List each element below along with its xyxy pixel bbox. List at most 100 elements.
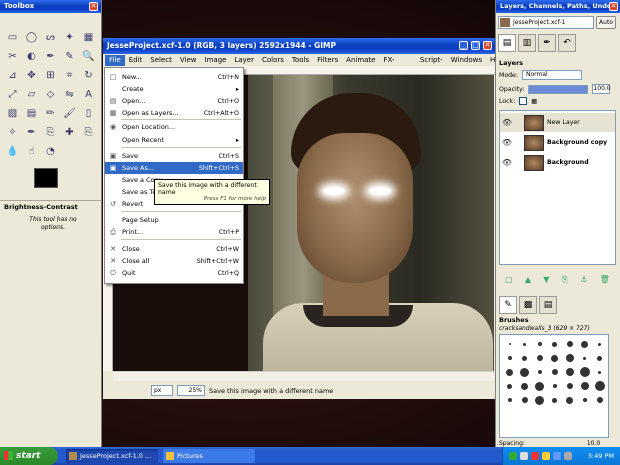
tool-rect-select[interactable]: ▭ [3,28,22,47]
tool-eraser[interactable]: ▯ [79,104,98,123]
menu-colors[interactable]: Colors [258,55,288,66]
tool-ink[interactable]: ✒ [22,123,41,142]
tool-dodge-burn[interactable]: ◔ [41,142,60,161]
menu-edit[interactable]: Edit [125,55,147,66]
new-layer-icon[interactable]: ▢ [505,275,513,285]
file-menu-item-print[interactable]: ⎙ Print... Ctrl+P [105,226,243,238]
tool-heal[interactable]: ✚ [60,123,79,142]
tab-channels[interactable]: ▥ [518,34,536,52]
start-button[interactable]: start [0,447,58,465]
brush-swatch[interactable] [517,351,532,365]
delete-layer-icon[interactable]: 🗑 [600,275,610,285]
file-menu-item-quit[interactable]: ⏻ Quit Ctrl+Q [105,267,243,279]
tool-scissors[interactable]: ✂ [3,47,22,66]
tab-patterns[interactable]: ▩ [519,296,537,314]
brush-swatch[interactable] [547,379,562,393]
horizontal-scrollbar[interactable] [113,371,494,381]
brush-swatch[interactable] [547,365,562,379]
layer-row[interactable]: 👁 New Layer [500,113,615,132]
file-menu-item-open[interactable]: ▤ Open... Ctrl+O [105,95,243,107]
mode-select[interactable]: Normal [521,70,582,80]
layer-row[interactable]: 👁 Background copy [500,133,615,152]
brush-swatch[interactable] [577,379,592,393]
brush-swatch[interactable] [517,337,532,351]
lock-pixels-checkbox[interactable] [519,97,528,105]
lower-layer-icon[interactable]: ▼ [543,275,549,285]
brush-swatch[interactable] [532,365,547,379]
tab-brushes[interactable]: ✎ [499,296,517,314]
image-window-titlebar[interactable]: JesseProject.xcf-1.0 (RGB, 3 layers) 259… [103,38,495,54]
tool-paintbrush[interactable]: 🖌 [60,104,79,123]
clock[interactable]: 3:49 PM [588,452,614,460]
brush-swatch[interactable] [592,365,607,379]
file-menu-item-page-setup[interactable]: Page Setup [105,214,243,226]
tab-gradients[interactable]: ▤ [539,296,557,314]
foreground-color-swatch[interactable] [34,168,58,188]
opacity-slider[interactable] [528,84,589,94]
brush-swatch[interactable] [547,351,562,365]
brush-swatch[interactable] [592,337,607,351]
menu-layer[interactable]: Layer [230,55,258,66]
opacity-spinner[interactable]: 100.0 [592,84,611,94]
tool-blend[interactable]: ▤ [22,104,41,123]
brush-swatch[interactable] [562,351,577,365]
auto-button[interactable]: Auto [596,16,616,29]
brush-swatch[interactable] [577,351,592,365]
menu-tools[interactable]: Tools [288,55,313,66]
menu-select[interactable]: Select [146,55,176,66]
tool-clone[interactable]: ⎘ [41,123,60,142]
tool-zoom[interactable]: 🔍 [79,47,98,66]
menu-fx-foundry[interactable]: FX-Foundry [380,55,416,75]
tray-update-icon[interactable] [542,452,550,460]
zoom-select[interactable]: 25% [177,385,205,396]
menu-file[interactable]: File [105,55,125,66]
tool-measure[interactable]: ⊿ [3,66,22,85]
tray-misc-icon[interactable] [564,452,572,460]
brush-swatch[interactable] [547,393,562,407]
brush-swatch[interactable] [517,379,532,393]
brush-swatch[interactable] [592,393,607,407]
menu-view[interactable]: View [176,55,201,66]
tool-smudge[interactable]: ☝ [22,142,41,161]
brush-swatch[interactable] [562,337,577,351]
tool-flip[interactable]: ⇋ [60,85,79,104]
brush-swatch[interactable] [502,393,517,407]
brush-swatch[interactable] [577,337,592,351]
tool-rotate[interactable]: ↻ [79,66,98,85]
anchor-layer-icon[interactable]: ⚓ [580,275,587,285]
file-menu-item-close[interactable]: ✕ Close Ctrl+W [105,243,243,255]
tool-ellipse-select[interactable]: ◯ [22,28,41,47]
layer-row[interactable]: 👁 Background [500,153,615,172]
tool-perspective-clone[interactable]: ⎘ [79,123,98,142]
visibility-eye-icon[interactable]: 👁 [500,158,514,167]
raise-layer-icon[interactable]: ▲ [525,275,531,285]
tool-align[interactable]: ⊞ [41,66,60,85]
image-close-button[interactable]: ✕ [483,41,492,50]
brush-swatch[interactable] [532,351,547,365]
brush-swatch[interactable] [592,351,607,365]
visibility-eye-icon[interactable]: 👁 [500,118,514,127]
tool-pencil[interactable]: ✏ [41,104,60,123]
brush-swatch[interactable] [517,393,532,407]
tool-shear[interactable]: ▱ [22,85,41,104]
brush-swatch[interactable] [562,365,577,379]
image-select[interactable]: JesseProject.xcf-1 [498,16,594,29]
brush-swatch[interactable] [517,365,532,379]
brush-swatch[interactable] [532,393,547,407]
tab-paths[interactable]: ✒ [538,34,556,52]
maximize-button[interactable]: □ [471,41,480,50]
file-menu-item-open-location[interactable]: ◉ Open Location... [105,121,243,133]
file-menu-item-new[interactable]: □ New... Ctrl+N [105,71,243,83]
file-menu-item-close-all[interactable]: ✕ Close all Shift+Ctrl+W [105,255,243,267]
file-menu-item-create[interactable]: Create ▸ [105,83,243,95]
menu-filters[interactable]: Filters [313,55,342,66]
visibility-eye-icon[interactable]: 👁 [500,138,514,147]
brush-swatch[interactable] [502,365,517,379]
tool-text[interactable]: A [79,85,98,104]
file-menu-item-open-as-layers[interactable]: ▦ Open as Layers... Ctrl+Alt+O [105,107,243,119]
tool-select-by-color[interactable]: ▦ [79,28,98,47]
tool-crop[interactable]: ⌗ [60,66,79,85]
unit-select[interactable]: px [151,385,173,396]
brush-swatch[interactable] [562,379,577,393]
brush-swatch[interactable] [502,351,517,365]
